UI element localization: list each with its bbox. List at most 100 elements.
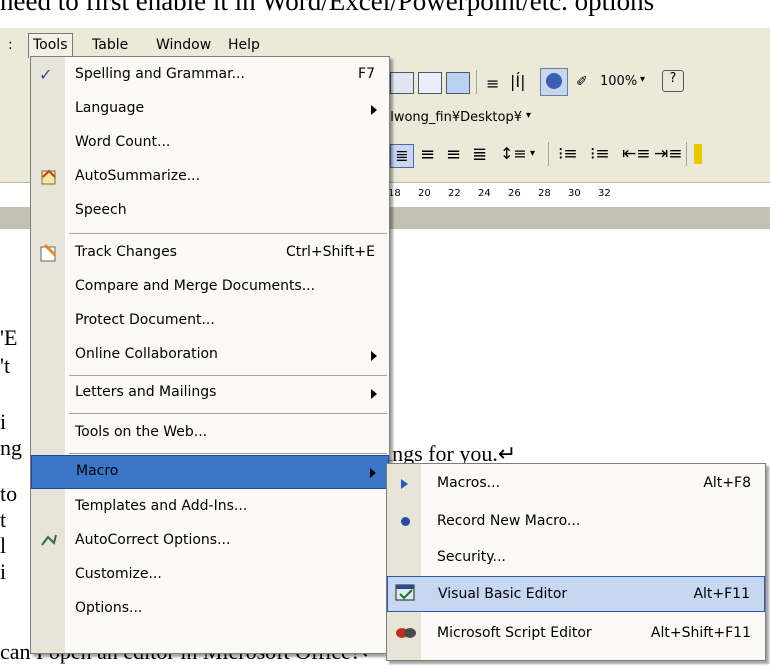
menu-separator — [69, 413, 387, 414]
doc-fragment: t — [0, 507, 7, 532]
doc-map-icon[interactable]: ≡ — [486, 74, 499, 93]
autocorrect-icon — [39, 531, 59, 551]
menu-tools[interactable]: Tools — [28, 33, 73, 58]
toolbar-separator — [686, 142, 687, 166]
ruler-tick: 30 — [568, 188, 581, 199]
doc-fragment: 'E — [0, 325, 18, 350]
ruler-tick: 26 — [508, 188, 521, 199]
menu-item-language[interactable]: Language — [31, 93, 389, 126]
menu-item-label: Spelling and Grammar... — [75, 66, 245, 82]
menu-item-tools-on-web[interactable]: Tools on the Web... — [31, 417, 389, 450]
menu-item-label: Letters and Mailings — [75, 384, 217, 400]
menu-item-options[interactable]: Options... — [31, 593, 389, 626]
line-spacing-dropdown-icon[interactable]: ▾ — [530, 148, 535, 159]
menu-window[interactable]: Window — [152, 34, 215, 56]
menu-item-spelling-grammar[interactable]: ✓ Spelling and Grammar... F7 — [31, 59, 389, 92]
line-spacing-icon[interactable]: ↕≡ — [500, 144, 527, 163]
zoom-dropdown-icon[interactable]: ▾ — [640, 74, 645, 85]
submenu-arrow-icon — [371, 351, 377, 361]
menu-item-label: Track Changes — [75, 244, 177, 260]
menu-item-letters-mailings[interactable]: Letters and Mailings — [31, 377, 389, 410]
numbering-icon[interactable]: ⁝≡ — [558, 144, 578, 164]
zoom-value[interactable]: 100% — [600, 74, 637, 89]
submenu-item-macros[interactable]: Macros... Alt+F8 — [387, 466, 765, 502]
submenu-arrow-icon — [370, 468, 376, 478]
submenu-item-label: Visual Basic Editor — [438, 586, 568, 602]
menu-table[interactable]: Table — [88, 34, 132, 56]
script-editor-icon — [395, 624, 417, 646]
track-changes-icon — [39, 243, 59, 263]
ink-icon[interactable]: ✐ — [576, 74, 588, 90]
ruler-tick: 20 — [418, 188, 431, 199]
menu-item-word-count[interactable]: Word Count... — [31, 127, 389, 160]
submenu-item-label: Record New Macro... — [437, 513, 581, 529]
menu-separator — [69, 233, 387, 234]
align-center-icon[interactable]: ≡ — [420, 144, 435, 165]
menu-help-label: Help — [228, 37, 260, 53]
decrease-indent-icon[interactable]: ⇤≡ — [622, 144, 651, 164]
research-icon[interactable] — [540, 68, 568, 96]
menu-item-customize[interactable]: Customize... — [31, 559, 389, 592]
record-icon — [401, 517, 410, 526]
doc-fragment: 't — [0, 353, 11, 378]
menu-item-label: AutoCorrect Options... — [75, 532, 231, 548]
show-hide-icon[interactable]: |Í| — [510, 72, 526, 91]
doc-fragment: l — [0, 533, 7, 558]
menu-item-protect-document[interactable]: Protect Document... — [31, 305, 389, 338]
menu-separator — [69, 375, 387, 376]
align-left-icon[interactable]: ≣ — [390, 144, 414, 168]
menu-item-online-collaboration[interactable]: Online Collaboration — [31, 339, 389, 372]
insert-table-icon[interactable] — [390, 72, 414, 94]
menu-item-label: Protect Document... — [75, 312, 215, 328]
menu-help[interactable]: Help — [224, 34, 264, 56]
menu-item-compare-merge[interactable]: Compare and Merge Documents... — [31, 271, 389, 304]
toolbar-separator — [476, 70, 477, 94]
align-right-icon[interactable]: ≡ — [446, 144, 461, 165]
submenu-arrow-icon — [371, 389, 377, 399]
submenu-item-security[interactable]: Security... — [387, 540, 765, 576]
toolbar-separator — [548, 142, 549, 166]
menu-item-label: Word Count... — [75, 134, 171, 150]
ruler-tick: 24 — [478, 188, 491, 199]
menu-tools-label: Tools — [33, 37, 68, 53]
menu-item-autosummarize[interactable]: AutoSummarize... — [31, 161, 389, 194]
help-icon[interactable]: ? — [662, 70, 684, 92]
justify-icon[interactable]: ≣ — [472, 144, 487, 165]
menu-item-label: Macro — [76, 463, 119, 479]
ruler-tick: 22 — [448, 188, 461, 199]
submenu-item-visual-basic-editor[interactable]: Visual Basic Editor Alt+F11 — [387, 576, 765, 612]
submenu-item-script-editor[interactable]: Microsoft Script Editor Alt+Shift+F11 — [387, 616, 765, 652]
menu-item-speech[interactable]: Speech — [31, 195, 389, 228]
path-dropdown-icon[interactable]: ▾ — [526, 110, 531, 121]
bullets-icon[interactable]: ⁝≡ — [590, 144, 610, 164]
spelling-icon: ✓ — [39, 65, 53, 84]
menu-item-label: Templates and Add-Ins... — [75, 498, 248, 514]
menu-item-macro[interactable]: Macro — [31, 455, 389, 489]
increase-indent-icon[interactable]: ⇥≡ — [654, 144, 683, 164]
menu-separator — [69, 453, 387, 454]
menu-item-label: AutoSummarize... — [75, 168, 201, 184]
submenu-item-label: Security... — [437, 549, 506, 565]
highlight-icon[interactable] — [694, 144, 702, 164]
submenu-item-record-macro[interactable]: Record New Macro... — [387, 504, 765, 540]
menu-item-label: Tools on the Web... — [75, 424, 208, 440]
path-box[interactable]: nlwong_fin¥Desktop¥ — [382, 110, 522, 125]
doc-fragment: ng — [0, 435, 22, 460]
menu-item-track-changes[interactable]: Track Changes Ctrl+Shift+E — [31, 237, 389, 270]
menu-item-shortcut: Ctrl+Shift+E — [285, 244, 375, 260]
columns-icon[interactable] — [418, 72, 442, 94]
menu-item-shortcut: F7 — [358, 66, 375, 82]
submenu-item-shortcut: Alt+F8 — [703, 475, 751, 491]
drawing-icon[interactable] — [446, 72, 470, 94]
macro-submenu: Macros... Alt+F8 Record New Macro... Sec… — [386, 463, 766, 661]
menu-item-label: Compare and Merge Documents... — [75, 278, 316, 294]
menu-item-templates-addins[interactable]: Templates and Add-Ins... — [31, 491, 389, 524]
menu-window-label: Window — [156, 37, 212, 53]
doc-fragment: i — [0, 409, 7, 434]
menu-table-label: Table — [92, 37, 129, 53]
menu-item-label: Options... — [75, 600, 143, 616]
menu-item-autocorrect[interactable]: AutoCorrect Options... — [31, 525, 389, 558]
play-icon — [401, 479, 408, 489]
doc-fragment: i — [0, 559, 7, 584]
menu-item-label: Online Collaboration — [75, 346, 218, 362]
